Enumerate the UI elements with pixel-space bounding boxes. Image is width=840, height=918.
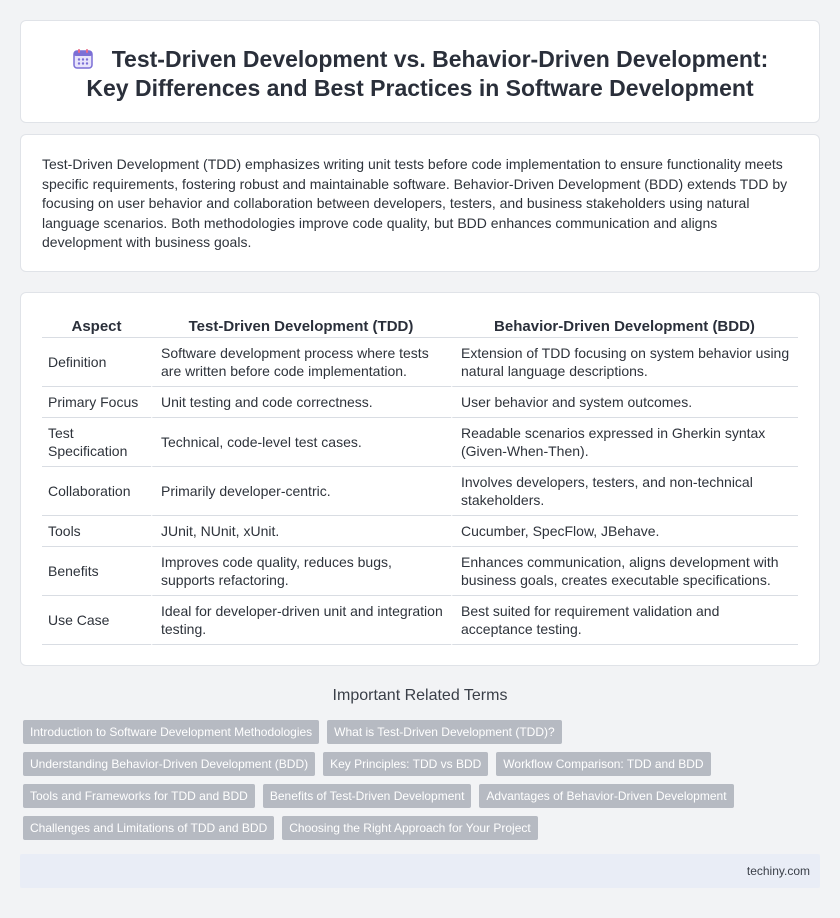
header-tdd: Test-Driven Development (TDD) [151, 313, 451, 338]
table-row: Tools JUnit, NUnit, xUnit. Cucumber, Spe… [42, 516, 798, 547]
cell-tdd: JUnit, NUnit, xUnit. [151, 516, 451, 547]
cell-aspect: Primary Focus [42, 387, 151, 418]
cell-bdd: Readable scenarios expressed in Gherkin … [451, 418, 798, 467]
cell-aspect: Collaboration [42, 467, 151, 516]
cell-aspect: Test Specification [42, 418, 151, 467]
cell-bdd: Involves developers, testers, and non-te… [451, 467, 798, 516]
cell-aspect: Tools [42, 516, 151, 547]
table-row: Collaboration Primarily developer-centri… [42, 467, 798, 516]
related-term-tag[interactable]: Tools and Frameworks for TDD and BDD [23, 784, 255, 808]
tag-row: Understanding Behavior-Driven Developmen… [23, 752, 711, 776]
related-term-tag[interactable]: Benefits of Test-Driven Development [262, 784, 472, 808]
cell-bdd: User behavior and system outcomes. [451, 387, 798, 418]
related-term-tag[interactable]: Challenges and Limitations of TDD and BD… [23, 816, 275, 840]
comparison-card: Aspect Test-Driven Development (TDD) Beh… [20, 292, 820, 666]
related-terms-heading: Important Related Terms [332, 687, 508, 704]
summary-paragraph: Test-Driven Development (TDD) emphasizes… [42, 156, 788, 250]
tag-row: Tools and Frameworks for TDD and BDD Ben… [23, 784, 734, 808]
table-header-row: Aspect Test-Driven Development (TDD) Beh… [42, 313, 798, 338]
cell-aspect: Benefits [42, 547, 151, 596]
table-row: Primary Focus Unit testing and code corr… [42, 387, 798, 418]
footer-bar: techiny.com [20, 854, 820, 888]
footer-site-link[interactable]: techiny.com [747, 864, 810, 878]
related-term-tag[interactable]: Introduction to Software Development Met… [23, 720, 320, 744]
cell-tdd: Unit testing and code correctness. [151, 387, 451, 418]
header-bdd: Behavior-Driven Development (BDD) [451, 313, 798, 338]
cell-bdd: Best suited for requirement validation a… [451, 596, 798, 645]
calendar-icon [72, 49, 93, 69]
cell-aspect: Definition [42, 338, 151, 387]
related-term-tag[interactable]: Understanding Behavior-Driven Developmen… [23, 752, 316, 776]
title-card: Test-Driven Development vs. Behavior-Dri… [20, 20, 820, 123]
page-title: Test-Driven Development vs. Behavior-Dri… [61, 45, 779, 103]
cell-tdd: Software development process where tests… [151, 338, 451, 387]
related-term-tag[interactable]: Key Principles: TDD vs BDD [323, 752, 489, 776]
tag-row: Challenges and Limitations of TDD and BD… [23, 816, 538, 840]
table-row: Use Case Ideal for developer-driven unit… [42, 596, 798, 645]
cell-tdd: Improves code quality, reduces bugs, sup… [151, 547, 451, 596]
cell-aspect: Use Case [42, 596, 151, 645]
related-term-tag[interactable]: Workflow Comparison: TDD and BDD [496, 752, 711, 776]
table-row: Benefits Improves code quality, reduces … [42, 547, 798, 596]
comparison-table: Aspect Test-Driven Development (TDD) Beh… [42, 313, 798, 645]
related-term-tag[interactable]: What is Test-Driven Development (TDD)? [327, 720, 562, 744]
cell-tdd: Primarily developer-centric. [151, 467, 451, 516]
cell-bdd: Cucumber, SpecFlow, JBehave. [451, 516, 798, 547]
cell-bdd: Extension of TDD focusing on system beha… [451, 338, 798, 387]
tag-row: Introduction to Software Development Met… [23, 720, 562, 744]
related-term-tag[interactable]: Advantages of Behavior-Driven Developmen… [479, 784, 734, 808]
cell-tdd: Technical, code-level test cases. [151, 418, 451, 467]
table-row: Definition Software development process … [42, 338, 798, 387]
summary-card: Test-Driven Development (TDD) emphasizes… [20, 134, 820, 272]
cell-tdd: Ideal for developer-driven unit and inte… [151, 596, 451, 645]
cell-bdd: Enhances communication, aligns developme… [451, 547, 798, 596]
page-title-text: Test-Driven Development vs. Behavior-Dri… [86, 46, 769, 101]
related-term-tag[interactable]: Choosing the Right Approach for Your Pro… [282, 816, 538, 840]
header-aspect: Aspect [42, 313, 151, 338]
table-row: Test Specification Technical, code-level… [42, 418, 798, 467]
